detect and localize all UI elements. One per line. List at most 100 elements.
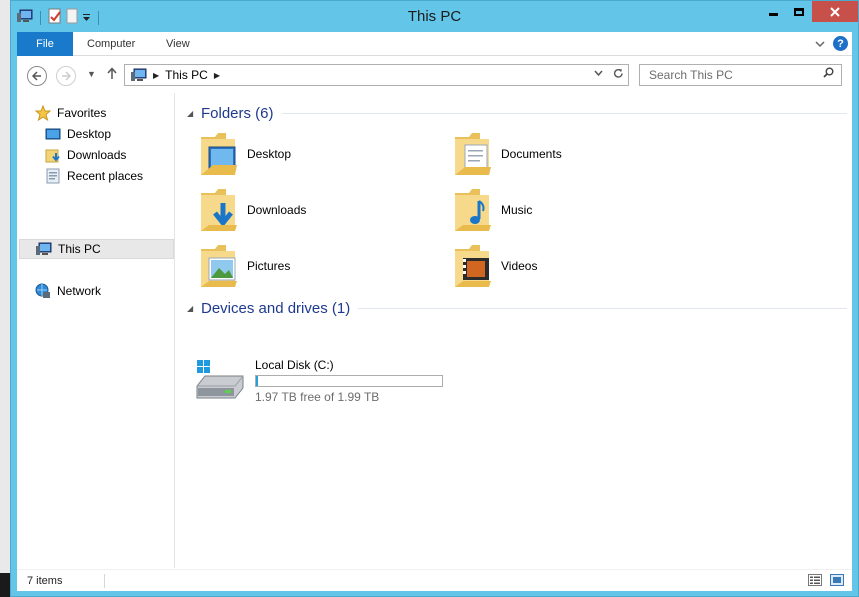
collapse-group-icon[interactable]: ◢ bbox=[187, 304, 201, 313]
recent-locations-icon[interactable]: ▼ bbox=[87, 69, 96, 79]
this-pc-icon bbox=[36, 242, 52, 255]
nav-desktop-label: Desktop bbox=[67, 127, 112, 141]
folder-videos-label: Videos bbox=[501, 259, 538, 273]
chevron-down-icon[interactable] bbox=[82, 11, 91, 25]
back-button[interactable] bbox=[27, 66, 47, 86]
search-placeholder: Search This PC bbox=[649, 68, 733, 82]
nav-network[interactable]: Network bbox=[35, 281, 101, 301]
view-switcher bbox=[808, 574, 844, 589]
this-pc-small-icon[interactable] bbox=[17, 9, 33, 26]
drive-free-space: 1.97 TB free of 1.99 TB bbox=[255, 390, 380, 404]
folder-videos[interactable]: Videos bbox=[451, 241, 537, 291]
nav-network-label: Network bbox=[57, 284, 102, 298]
group-divider bbox=[358, 308, 847, 309]
minimize-icon bbox=[768, 13, 778, 16]
downloads-folder-icon bbox=[201, 189, 237, 231]
maximize-button[interactable] bbox=[786, 1, 812, 22]
drive-usage-fill bbox=[256, 376, 258, 386]
breadcrumb-arrow-icon[interactable]: ▶ bbox=[214, 71, 220, 80]
pictures-folder-icon bbox=[201, 245, 237, 287]
folder-downloads-label: Downloads bbox=[247, 203, 307, 217]
collapse-group-icon[interactable]: ◢ bbox=[187, 109, 201, 118]
folder-desktop-label: Desktop bbox=[247, 147, 292, 161]
refresh-icon[interactable] bbox=[613, 68, 624, 82]
music-folder-icon bbox=[455, 189, 491, 231]
large-icons-view-icon[interactable] bbox=[830, 574, 844, 589]
explorer-window: This PC File Computer View ? ▼ ▶ This PC… bbox=[10, 0, 859, 597]
close-icon bbox=[830, 6, 840, 17]
drive-info: Local Disk (C:) 1.97 TB free of 1.99 TB bbox=[255, 358, 443, 404]
folder-music-label: Music bbox=[501, 203, 533, 217]
videos-folder-icon bbox=[455, 245, 491, 287]
properties-icon[interactable] bbox=[48, 8, 62, 27]
folder-music[interactable]: Music bbox=[451, 185, 532, 235]
documents-folder-icon bbox=[455, 133, 491, 175]
new-folder-icon[interactable] bbox=[66, 8, 78, 27]
desktop-icon bbox=[45, 128, 61, 140]
breadcrumb-this-pc[interactable]: This PC bbox=[165, 68, 208, 82]
back-arrow-icon bbox=[32, 71, 41, 81]
group-devices-header[interactable]: ◢ Devices and drives (1) bbox=[187, 300, 847, 317]
content-pane: ◢ Folders (6) Desktop Documents Download… bbox=[177, 93, 852, 568]
nav-favorites[interactable]: Favorites bbox=[35, 103, 106, 123]
breadcrumb-arrow-icon[interactable]: ▶ bbox=[153, 71, 159, 80]
recent-places-icon bbox=[46, 168, 60, 184]
help-icon[interactable]: ? bbox=[833, 36, 848, 51]
background-taskbar-edge bbox=[0, 573, 10, 597]
folder-pictures-label: Pictures bbox=[247, 259, 291, 273]
drive-local-disk-c[interactable]: Local Disk (C:) 1.97 TB free of 1.99 TB bbox=[195, 358, 443, 404]
group-folders-header[interactable]: ◢ Folders (6) bbox=[187, 105, 847, 122]
tab-file[interactable]: File bbox=[17, 32, 73, 56]
drive-usage-bar bbox=[255, 375, 443, 387]
address-bar[interactable]: ▶ This PC ▶ bbox=[124, 64, 629, 86]
status-bar: 7 items bbox=[17, 569, 852, 591]
forward-button[interactable] bbox=[56, 66, 76, 86]
ribbon-controls: ? bbox=[815, 36, 848, 51]
folder-documents[interactable]: Documents bbox=[451, 129, 562, 179]
window-title: This PC bbox=[407, 8, 462, 25]
quick-access-toolbar bbox=[17, 8, 102, 27]
desktop-folder-icon bbox=[201, 133, 237, 175]
window-controls bbox=[760, 1, 858, 22]
expand-ribbon-icon[interactable] bbox=[815, 37, 825, 51]
nav-favorites-label: Favorites bbox=[57, 106, 107, 120]
folder-downloads[interactable]: Downloads bbox=[197, 185, 306, 235]
up-button[interactable] bbox=[107, 67, 117, 83]
star-icon bbox=[35, 105, 51, 121]
status-separator bbox=[104, 574, 105, 588]
navigation-pane: Favorites Desktop Downloads Recent place… bbox=[17, 93, 175, 568]
nav-recent-places[interactable]: Recent places bbox=[45, 166, 143, 186]
nav-this-pc[interactable]: This PC bbox=[19, 239, 174, 259]
folder-documents-label: Documents bbox=[501, 147, 562, 161]
group-divider bbox=[281, 113, 847, 114]
search-icon[interactable] bbox=[823, 67, 834, 81]
window-client: File Computer View ? ▼ ▶ This PC ▶ Searc… bbox=[17, 32, 852, 591]
search-input[interactable]: Search This PC bbox=[639, 64, 842, 86]
downloads-icon bbox=[45, 149, 60, 163]
local-disk-icon bbox=[196, 360, 244, 399]
up-arrow-icon bbox=[107, 67, 117, 79]
title-bar[interactable]: This PC bbox=[11, 1, 858, 32]
address-bar-controls bbox=[594, 68, 624, 82]
item-count: 7 items bbox=[27, 575, 63, 587]
nav-recent-places-label: Recent places bbox=[67, 169, 144, 183]
drive-name: Local Disk (C:) bbox=[255, 358, 334, 372]
qat-separator bbox=[98, 10, 99, 25]
close-button[interactable] bbox=[812, 1, 858, 22]
group-devices-title: Devices and drives (1) bbox=[201, 300, 351, 317]
address-history-icon[interactable] bbox=[594, 68, 603, 82]
tab-view[interactable]: View bbox=[166, 32, 190, 56]
nav-downloads[interactable]: Downloads bbox=[45, 145, 126, 165]
forward-arrow-icon bbox=[62, 71, 71, 81]
minimize-button[interactable] bbox=[760, 1, 786, 22]
details-view-icon[interactable] bbox=[808, 574, 822, 589]
folder-pictures[interactable]: Pictures bbox=[197, 241, 290, 291]
qat-separator bbox=[40, 10, 41, 25]
ribbon: File Computer View ? bbox=[17, 32, 852, 56]
tab-computer[interactable]: Computer bbox=[87, 32, 135, 56]
folder-desktop[interactable]: Desktop bbox=[197, 129, 291, 179]
nav-desktop[interactable]: Desktop bbox=[45, 124, 111, 144]
network-icon bbox=[35, 283, 50, 298]
navigation-bar: ▼ ▶ This PC ▶ Search This PC bbox=[17, 57, 852, 93]
this-pc-icon bbox=[131, 68, 147, 81]
